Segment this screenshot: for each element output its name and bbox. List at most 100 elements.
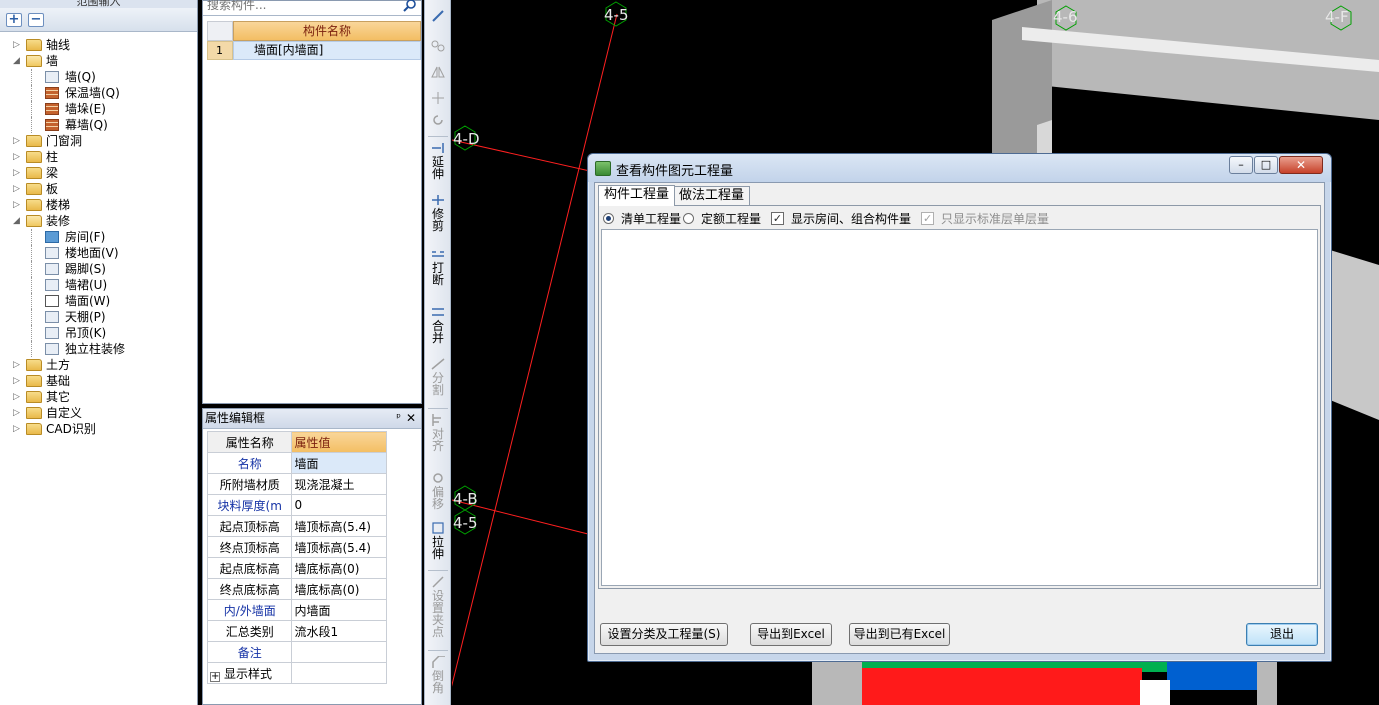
list-quantity-radio[interactable] — [603, 212, 614, 224]
collapse-arrow-icon[interactable]: ◢ — [13, 53, 22, 69]
property-row[interactable]: 所附墙材质 现浇混凝土 — [206, 473, 387, 495]
pen-tool[interactable] — [425, 10, 451, 22]
tree-item[interactable]: 踢脚(S) — [0, 261, 197, 277]
property-row[interactable]: 终点底标高 墙底标高(0) — [206, 578, 387, 600]
tree-item[interactable]: 墙面(W) — [0, 293, 197, 309]
expand-arrow-icon[interactable]: ▷ — [13, 149, 22, 165]
tree-item[interactable]: 保温墙(Q) — [0, 85, 197, 101]
quota-quantity-label[interactable]: 定额工程量 — [701, 210, 761, 227]
property-value[interactable]: 0 — [291, 494, 387, 516]
property-value[interactable]: 流水段1 — [291, 620, 387, 642]
tree-item[interactable]: 墙垛(E) — [0, 101, 197, 117]
tree-category[interactable]: ▷ 自定义 — [0, 405, 197, 421]
expand-icon[interactable]: + — [210, 671, 220, 682]
property-row[interactable]: 块料厚度(m 0 — [206, 494, 387, 516]
component-search-input[interactable] — [207, 0, 397, 13]
tree-item[interactable]: 墙裙(U) — [0, 277, 197, 293]
trim-tool[interactable]: 修剪 — [425, 194, 451, 232]
tree-item[interactable]: 吊顶(K) — [0, 325, 197, 341]
property-row[interactable]: 汇总类别 流水段1 — [206, 620, 387, 642]
dialog-titlebar[interactable]: 查看构件图元工程量 – □ ✕ — [588, 154, 1331, 182]
align-tool[interactable]: 对齐 — [425, 414, 451, 452]
pin-icon[interactable]: ᵖ — [396, 409, 401, 427]
tree-item[interactable]: 楼地面(V) — [0, 245, 197, 261]
tree-category[interactable]: ▷ 土方 — [0, 357, 197, 373]
show-room-checkbox[interactable]: ✓ — [771, 211, 785, 225]
collapse-all-button[interactable]: − — [28, 12, 44, 27]
property-value[interactable]: 墙底标高(0) — [291, 578, 387, 600]
tree-category[interactable]: ▷ CAD识别 — [0, 421, 197, 437]
extend-tool[interactable]: 延伸 — [425, 142, 451, 180]
expand-arrow-icon[interactable]: ▷ — [13, 373, 22, 389]
tab-method-quantity[interactable]: 做法工程量 — [673, 186, 751, 206]
quota-quantity-radio[interactable] — [683, 212, 695, 224]
tree-category[interactable]: ▷ 其它 — [0, 389, 197, 405]
export-existing-excel-button[interactable]: 导出到已有Excel — [849, 623, 950, 646]
expand-all-button[interactable]: + — [6, 12, 22, 27]
property-row[interactable]: 内/外墙面 内墙面 — [206, 599, 387, 621]
export-excel-button[interactable]: 导出到Excel — [750, 623, 832, 646]
offset-tool[interactable]: 偏移 — [425, 472, 451, 510]
property-row[interactable]: 起点顶标高 墙顶标高(5.4) — [206, 515, 387, 537]
property-value[interactable]: 现浇混凝土 — [291, 473, 387, 495]
component-row[interactable]: 1 墙面[内墙面] — [207, 41, 421, 60]
tree-category[interactable]: ▷ 基础 — [0, 373, 197, 389]
tree-category[interactable]: ▷ 板 — [0, 181, 197, 197]
maximize-button[interactable]: □ — [1254, 156, 1278, 174]
expand-arrow-icon[interactable]: ▷ — [13, 133, 22, 149]
stretch-tool[interactable]: 拉伸 — [425, 522, 451, 560]
expand-arrow-icon[interactable]: ▷ — [13, 37, 22, 53]
collapse-arrow-icon[interactable]: ◢ — [13, 213, 22, 229]
rotate-tool[interactable] — [425, 114, 451, 126]
set-category-button[interactable]: 设置分类及工程量(S) — [600, 623, 728, 646]
show-room-label[interactable]: 显示房间、组合构件量 — [791, 210, 911, 227]
expand-arrow-icon[interactable]: ▷ — [13, 197, 22, 213]
tree-item[interactable]: 天棚(P) — [0, 309, 197, 325]
copy-tool[interactable] — [425, 40, 451, 52]
tree-category[interactable]: ▷ 柱 — [0, 149, 197, 165]
expand-arrow-icon[interactable]: ▷ — [13, 389, 22, 405]
tree-category[interactable]: ◢ 装修 — [0, 213, 197, 229]
component-row-name[interactable]: 墙面[内墙面] — [233, 41, 421, 60]
property-row[interactable]: + 显示样式 — [206, 662, 387, 684]
property-value[interactable] — [291, 662, 387, 684]
search-icon[interactable] — [403, 0, 417, 12]
tree-category[interactable]: ▷ 门窗洞 — [0, 133, 197, 149]
tree-category[interactable]: ▷ 梁 — [0, 165, 197, 181]
minimize-button[interactable]: – — [1229, 156, 1253, 174]
tree-item[interactable]: 独立柱装修 — [0, 341, 197, 357]
tree-item[interactable]: 房间(F) — [0, 229, 197, 245]
tree-category[interactable]: ▷ 楼梯 — [0, 197, 197, 213]
quantity-result-grid[interactable] — [601, 229, 1318, 586]
mirror-tool[interactable] — [425, 66, 451, 78]
tree-category[interactable]: ▷ 轴线 — [0, 37, 197, 53]
break-tool[interactable]: 打断 — [425, 248, 451, 286]
tree-item[interactable]: 墙(Q) — [0, 69, 197, 85]
property-row[interactable]: 终点顶标高 墙顶标高(5.4) — [206, 536, 387, 558]
standard-floor-checkbox[interactable]: ✓ — [921, 211, 935, 225]
property-value[interactable]: 墙顶标高(5.4) — [291, 536, 387, 558]
property-value[interactable]: 墙面 — [291, 452, 387, 474]
close-button[interactable]: ✕ — [1279, 156, 1323, 174]
tree-category[interactable]: ◢ 墙 — [0, 53, 197, 69]
property-value[interactable]: 墙顶标高(5.4) — [291, 515, 387, 537]
split-tool[interactable]: 分割 — [425, 358, 451, 396]
chamfer-tool[interactable]: 倒角 — [425, 656, 451, 694]
exit-button[interactable]: 退出 — [1246, 623, 1318, 646]
expand-arrow-icon[interactable]: ▷ — [13, 165, 22, 181]
property-row[interactable]: 名称 墙面 — [206, 452, 387, 474]
tab-component-quantity[interactable]: 构件工程量 — [598, 185, 676, 206]
close-icon[interactable]: ✕ — [406, 409, 416, 427]
property-value[interactable]: 墙底标高(0) — [291, 557, 387, 579]
expand-arrow-icon[interactable]: ▷ — [13, 357, 22, 373]
expand-arrow-icon[interactable]: ▷ — [13, 405, 22, 421]
move-tool[interactable] — [425, 92, 451, 104]
tree-item[interactable]: 幕墙(Q) — [0, 117, 197, 133]
list-quantity-label[interactable]: 清单工程量 — [621, 210, 681, 227]
property-value[interactable]: 内墙面 — [291, 599, 387, 621]
expand-arrow-icon[interactable]: ▷ — [13, 181, 22, 197]
expand-arrow-icon[interactable]: ▷ — [13, 421, 22, 437]
property-row[interactable]: 起点底标高 墙底标高(0) — [206, 557, 387, 579]
merge-tool[interactable]: 合并 — [425, 306, 451, 344]
set-grip-tool[interactable]: 设置夹点 — [425, 576, 451, 638]
